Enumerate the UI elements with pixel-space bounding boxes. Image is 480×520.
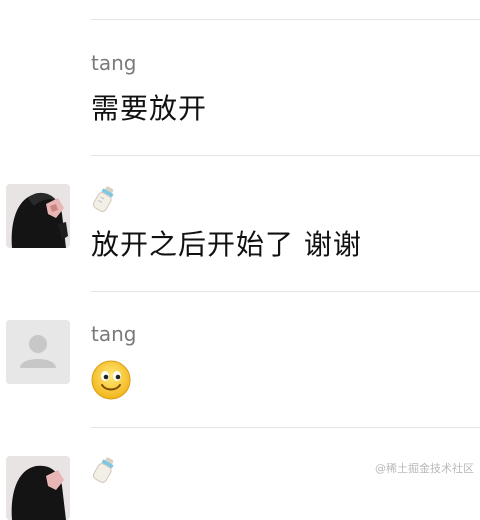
sender-name[interactable]: tang xyxy=(91,322,136,346)
avatar-image-icon xyxy=(6,456,70,520)
message-text[interactable]: 需要放开 xyxy=(91,92,207,126)
message-divider xyxy=(91,155,480,156)
message-divider xyxy=(91,291,480,292)
message-divider xyxy=(91,19,480,20)
smile-emoji-icon xyxy=(91,360,131,400)
avatar[interactable] xyxy=(6,320,70,384)
avatar[interactable] xyxy=(6,456,70,520)
sender-name[interactable] xyxy=(91,456,117,489)
message-emoji[interactable] xyxy=(91,360,131,404)
avatar-image-icon xyxy=(6,184,70,248)
default-avatar-icon xyxy=(6,320,70,384)
message-divider xyxy=(91,427,480,428)
sender-name[interactable]: tang xyxy=(91,51,136,75)
bottle-emoji-icon xyxy=(92,186,114,212)
message-text[interactable]: 放开之后开始了 谢谢 xyxy=(91,228,362,262)
watermark: @稀土掘金技术社区 xyxy=(375,462,474,475)
sender-name[interactable] xyxy=(91,185,117,218)
avatar[interactable] xyxy=(6,184,70,248)
